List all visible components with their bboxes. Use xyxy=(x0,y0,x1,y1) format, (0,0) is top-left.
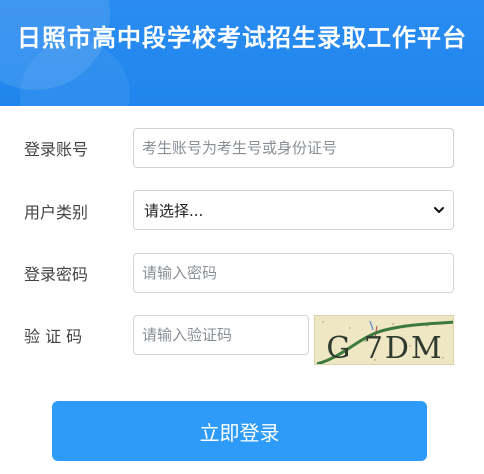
account-input[interactable] xyxy=(133,128,454,168)
captcha-graphic: G 7DM xyxy=(316,320,453,365)
page-title: 日照市高中段学校考试招生录取工作平台 xyxy=(17,24,467,52)
login-button[interactable]: 立即登录 xyxy=(52,401,427,461)
account-label: 登录账号 xyxy=(24,140,89,159)
captcha-text: G 7DM xyxy=(326,331,443,365)
user-type-label: 用户类别 xyxy=(24,203,89,222)
user-type-select[interactable]: 请选择... xyxy=(133,190,454,230)
header-banner: 日照市高中段学校考试招生录取工作平台 xyxy=(0,0,484,106)
user-type-selected-value: 请选择... xyxy=(144,201,204,220)
password-label: 登录密码 xyxy=(24,265,89,284)
captcha-image[interactable]: G 7DM xyxy=(314,315,454,365)
captcha-input[interactable] xyxy=(133,315,309,355)
captcha-label: 验 证 码 xyxy=(24,327,83,346)
password-input[interactable] xyxy=(133,253,454,293)
chevron-down-icon xyxy=(434,207,444,213)
